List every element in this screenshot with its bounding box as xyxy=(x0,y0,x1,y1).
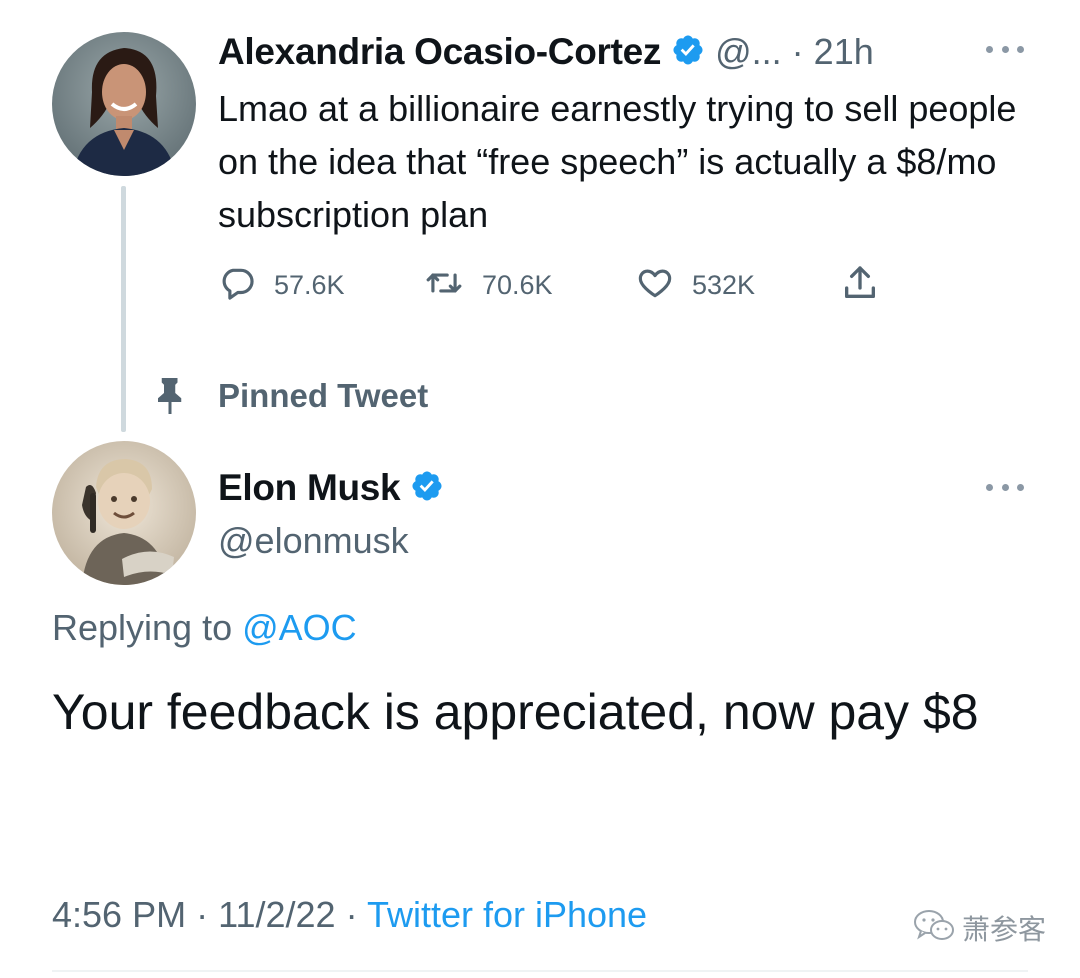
tweet-time: 4:56 PM xyxy=(52,894,187,935)
verified-badge-icon xyxy=(671,33,705,72)
elon-tweet-text: Your feedback is appreciated, now pay $8 xyxy=(52,684,979,740)
wechat-icon xyxy=(912,908,956,949)
tweet-source-link[interactable]: Twitter for iPhone xyxy=(367,894,647,935)
bottom-divider xyxy=(52,970,1028,972)
replying-mention-link[interactable]: @AOC xyxy=(242,607,357,648)
elon-avatar[interactable] xyxy=(52,441,196,585)
reply-bubble-icon xyxy=(218,264,256,307)
aoc-author-name[interactable]: Alexandria Ocasio-Cortez xyxy=(218,31,661,73)
meta-separator: · xyxy=(196,894,209,935)
like-count: 532K xyxy=(692,269,756,300)
share-button[interactable] xyxy=(840,262,880,308)
meta-separator: · xyxy=(345,894,358,935)
thread-connector-line xyxy=(121,186,126,432)
more-horizontal-icon[interactable] xyxy=(986,44,1024,54)
aoc-handle[interactable]: @... xyxy=(715,31,782,73)
aoc-tweet-text: Lmao at a billionaire earnestly trying t… xyxy=(218,88,1017,235)
heart-icon xyxy=(636,264,674,307)
reply-button[interactable]: 57.6K xyxy=(218,262,345,308)
retweet-icon xyxy=(424,264,464,307)
watermark: 萧参客 xyxy=(912,905,1046,951)
meta-separator: · xyxy=(791,31,804,72)
tweet-actions: 57.6K 70.6K 532K xyxy=(218,262,898,308)
aoc-header: Alexandria Ocasio-Cortez @... · 21h xyxy=(218,26,874,78)
more-horizontal-icon[interactable] xyxy=(986,482,1024,492)
reply-count: 57.6K xyxy=(274,269,345,300)
elon-handle[interactable]: @elonmusk xyxy=(218,518,409,564)
tweet-date: 11/2/22 xyxy=(218,894,336,935)
like-button[interactable]: 532K xyxy=(636,262,755,308)
retweet-count: 70.6K xyxy=(482,269,553,300)
tweet-meta: 4:56 PM · 11/2/22 · Twitter for iPhone xyxy=(52,890,647,940)
pinned-tweet-label: Pinned Tweet xyxy=(218,377,429,414)
elon-author-name[interactable]: Elon Musk xyxy=(218,467,401,509)
pin-icon xyxy=(152,375,188,422)
verified-badge-icon xyxy=(410,469,444,508)
share-upload-icon xyxy=(840,263,880,308)
aoc-time[interactable]: 21h xyxy=(814,31,874,73)
replying-to: Replying to @AOC xyxy=(52,604,357,652)
replying-prefix: Replying to xyxy=(52,607,233,648)
elon-name-row: Elon Musk xyxy=(218,462,444,514)
watermark-text: 萧参客 xyxy=(962,914,1047,945)
retweet-button[interactable]: 70.6K xyxy=(424,262,553,308)
aoc-avatar[interactable] xyxy=(52,32,196,176)
